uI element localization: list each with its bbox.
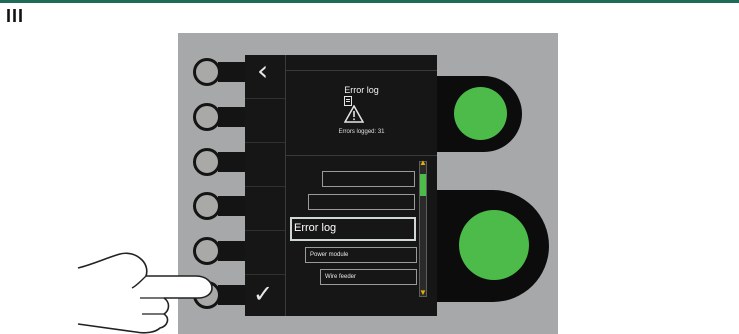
lower-knob-housing bbox=[437, 190, 549, 302]
scroll-thumb[interactable] bbox=[420, 174, 426, 196]
pointing-hand-icon bbox=[77, 252, 213, 334]
button-circle[interactable] bbox=[193, 58, 221, 86]
softkey-cell bbox=[245, 231, 285, 275]
list-item-selected[interactable]: Error log bbox=[290, 217, 416, 241]
scrollbar[interactable]: ▲ ▼ bbox=[418, 159, 428, 297]
list-item[interactable]: Power module bbox=[305, 247, 417, 263]
error-log-info: Error log Errors logged: 31 bbox=[286, 71, 437, 156]
softkey-cell bbox=[245, 143, 285, 187]
softkey-cell bbox=[245, 187, 285, 231]
warning-triangle-icon bbox=[344, 105, 364, 123]
errors-logged-count: Errors logged: 31 bbox=[338, 129, 385, 135]
lower-control-knob[interactable] bbox=[459, 210, 529, 280]
button-circle[interactable] bbox=[193, 103, 221, 131]
chevron-left-icon[interactable]: ‹ bbox=[257, 57, 268, 85]
list-item[interactable] bbox=[322, 171, 415, 187]
menu-list: Error log Power module Wire feeder ▲ ▼ bbox=[286, 156, 437, 316]
screen-header-bar bbox=[286, 55, 437, 71]
display-screen: ‹ ✓ Error log Errors logged: 31 Error lo… bbox=[245, 55, 437, 316]
arrow-up-icon[interactable]: ▲ bbox=[418, 159, 428, 167]
checkmark-icon[interactable]: ✓ bbox=[253, 281, 273, 307]
button-circle[interactable] bbox=[193, 148, 221, 176]
section-label: III bbox=[6, 6, 25, 26]
arrow-down-icon[interactable]: ▼ bbox=[418, 289, 428, 297]
upper-knob-housing bbox=[437, 76, 522, 152]
softkey-column: ‹ ✓ bbox=[245, 55, 286, 316]
list-item[interactable] bbox=[308, 194, 415, 210]
button-circle[interactable] bbox=[193, 192, 221, 220]
top-rule bbox=[0, 0, 739, 3]
info-title: Error log bbox=[344, 85, 379, 95]
list-item[interactable]: Wire feeder bbox=[320, 269, 417, 285]
upper-control-knob[interactable] bbox=[454, 87, 507, 140]
softkey-cell bbox=[245, 99, 285, 143]
